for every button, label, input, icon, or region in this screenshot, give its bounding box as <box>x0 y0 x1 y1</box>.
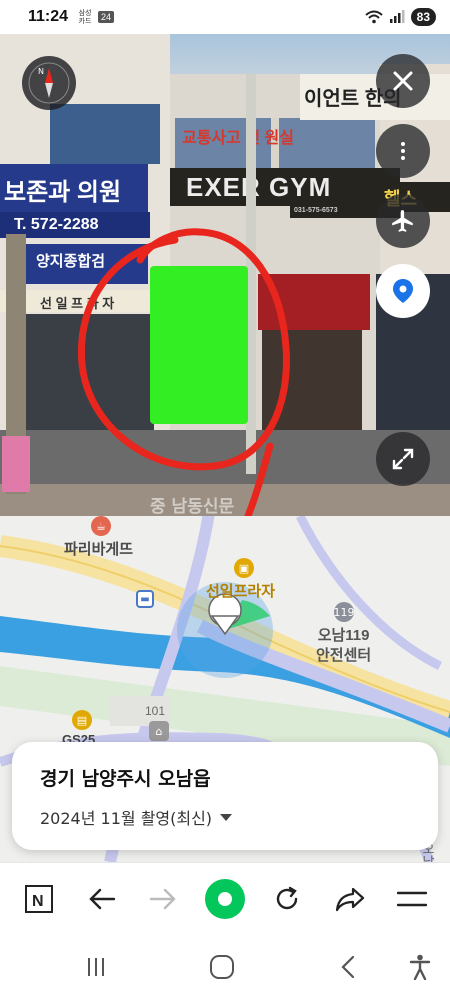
sign-hospital-text: 양지종합검 <box>36 253 106 270</box>
menu-button[interactable] <box>390 877 434 921</box>
sign-gym: EXER GYM <box>170 168 400 206</box>
notification-badge: 24 <box>98 11 115 23</box>
aerial-view-button[interactable] <box>376 194 430 248</box>
capture-date-label: 2024년 11월 촬영(최신) <box>40 809 213 828</box>
more-options-button[interactable] <box>376 124 430 178</box>
reload-button[interactable] <box>265 877 309 921</box>
sign-clinic-text: 보존과 의원 <box>4 179 122 206</box>
sign-red: 교통사고 전 원실 <box>178 120 358 148</box>
map-label-fire-center[interactable]: 오남119 안전센터 <box>316 626 371 666</box>
airplane-icon <box>392 210 413 232</box>
card-app-label: 삼성 카드 <box>78 9 92 25</box>
fullscreen-button[interactable] <box>376 432 430 486</box>
bus-stop-icon[interactable]: ▬ <box>136 590 154 608</box>
naver-home-button[interactable]: N <box>17 877 61 921</box>
watermark: 중 남동신문 <box>150 497 235 516</box>
back-icon <box>341 955 355 979</box>
storefront-red <box>258 274 370 330</box>
location-pin-icon <box>393 279 413 303</box>
home-circle-icon <box>205 879 245 919</box>
address-card[interactable]: 경기 남양주시 오남읍 2024년 11월 촬영(최신) <box>12 742 438 850</box>
wifi-icon <box>364 10 383 24</box>
sign-gym-text: EXER GYM <box>186 172 332 202</box>
sign-red-text: 교통사고 전 원실 <box>182 130 294 147</box>
back-arrow-icon <box>89 888 116 910</box>
accessibility-button[interactable] <box>400 950 440 984</box>
capture-date-selector[interactable]: 2024년 11월 촬영(최신) <box>40 805 438 829</box>
location-button[interactable] <box>376 264 430 318</box>
battery-level: 83 <box>410 8 436 26</box>
sign-plaza-text: 선 일 프 라 자 <box>40 296 115 311</box>
naver-n-icon: N <box>25 885 53 913</box>
redacted-region <box>150 266 248 424</box>
fire-station-icon[interactable]: 119 <box>334 602 355 622</box>
street-view-panorama[interactable]: 이언트 한의 교통사고 전 원실 보존과 의원 T. 572-2288 양지종합… <box>0 34 450 516</box>
bakery-poi-icon[interactable]: ☕ <box>91 516 111 536</box>
status-time: 11:24 <box>28 8 69 25</box>
compass-icon: N <box>28 62 70 104</box>
storefront-lower <box>262 330 362 430</box>
expand-icon <box>392 448 414 470</box>
share-icon <box>335 887 365 912</box>
convenience-store-icon[interactable]: ▤ <box>72 710 92 730</box>
compass-button[interactable]: N <box>22 56 76 110</box>
building-windows-left <box>50 104 160 164</box>
home-icon <box>210 955 234 979</box>
recent-apps-button[interactable] <box>76 950 116 984</box>
plaza-poi-icon[interactable]: ▣ <box>234 558 254 578</box>
share-button[interactable] <box>328 877 372 921</box>
home-button[interactable] <box>202 950 242 984</box>
signal-icon <box>389 10 405 23</box>
menu-icon <box>397 891 427 907</box>
system-nav-bar <box>0 934 450 1000</box>
status-indicators: 83 <box>364 8 436 26</box>
sign-hospital: 양지종합검 <box>18 244 148 284</box>
reload-icon <box>276 886 298 910</box>
map-label-building-number: 101 <box>145 704 166 718</box>
system-back-button[interactable] <box>328 950 368 984</box>
close-icon <box>393 71 413 91</box>
map-label-bakery[interactable]: 파리바게뜨 <box>64 538 133 559</box>
sign-phone-text: T. 572-2288 <box>14 216 99 233</box>
browser-toolbar: N <box>0 862 450 934</box>
accessibility-icon <box>409 954 431 980</box>
sign-clinic: 보존과 의원 <box>0 164 148 212</box>
map-label-plaza[interactable]: 선일프라자 <box>206 580 275 601</box>
green-home-button[interactable] <box>203 877 247 921</box>
storefront-left <box>14 314 154 432</box>
svg-text:N: N <box>32 893 44 910</box>
forward-button[interactable] <box>141 877 185 921</box>
back-button[interactable] <box>80 877 124 921</box>
svg-text:N: N <box>38 67 44 76</box>
address-title: 경기 남양주시 오남읍 <box>40 768 211 790</box>
caret-down-icon <box>220 813 233 821</box>
building-icon: ⌂ <box>149 721 169 741</box>
recent-apps-icon <box>88 958 104 976</box>
forward-arrow-icon <box>149 888 176 910</box>
status-bar: 11:24 삼성 카드 24 83 <box>0 0 450 34</box>
close-button[interactable] <box>376 54 430 108</box>
pink-bollard <box>2 436 30 492</box>
more-vertical-icon <box>401 142 405 160</box>
